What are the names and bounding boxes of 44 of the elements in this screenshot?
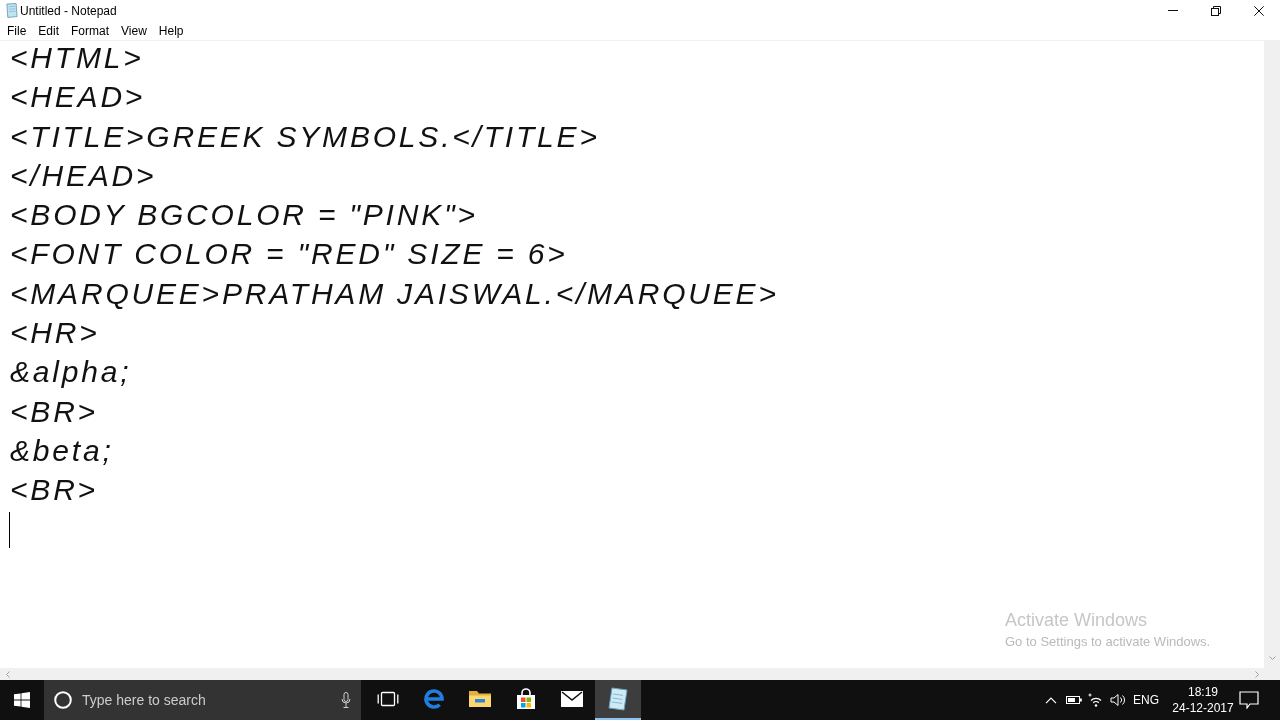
notepad-icon — [607, 687, 629, 711]
text-line: <FONT COLOR = "RED" SIZE = 6> — [10, 239, 568, 270]
taskbar-app-button[interactable] — [595, 680, 641, 720]
wifi-icon[interactable] — [1088, 693, 1104, 707]
microphone-icon[interactable] — [341, 692, 351, 708]
text-line: &beta; — [10, 435, 114, 466]
text-line: <HR> — [10, 318, 100, 349]
vertical-scrollbar[interactable] — [1264, 41, 1280, 668]
task-view-icon — [377, 691, 399, 707]
clock-button[interactable]: 18:19 24-12-2017 — [1169, 680, 1237, 720]
text-line: <MARQUEE>PRATHAM JAISWAL.</MARQUEE> — [10, 278, 779, 309]
notification-icon[interactable] — [1239, 691, 1259, 709]
menu-item[interactable]: File — [1, 22, 33, 39]
text-line: <HEAD> — [10, 82, 146, 113]
menu-item[interactable]: Help — [152, 22, 190, 39]
menu-item[interactable]: View — [115, 22, 153, 39]
browser-icon — [423, 688, 445, 710]
menu-item[interactable]: Format — [65, 22, 116, 39]
search-field[interactable]: Type here to search — [82, 692, 331, 708]
restore-icon — [1210, 5, 1221, 16]
notepad-icon — [5, 3, 18, 18]
ring-icon — [54, 691, 72, 709]
text-line: &alpha; — [10, 357, 132, 388]
activation-message: Go to Settings to activate Windows. — [1005, 634, 1211, 650]
text-line: <HTML> — [10, 43, 144, 73]
folder-icon — [468, 689, 492, 709]
close-icon — [1253, 5, 1264, 16]
envelope-icon — [561, 691, 583, 707]
text-line: <BR> — [10, 396, 98, 427]
speaker-icon[interactable] — [1110, 693, 1126, 707]
menu-item[interactable]: Edit — [32, 22, 66, 39]
text-line: <TITLE>GREEK SYMBOLS.</TITLE> — [10, 121, 600, 152]
text-line: <BODY BGCOLOR = "PINK"> — [10, 200, 478, 231]
activation-title: Activate Windows — [1005, 609, 1148, 631]
window-title: Untitled - Notepad — [20, 3, 117, 18]
text-line: <BR> — [10, 475, 98, 506]
windows-logo-icon — [14, 692, 30, 708]
search-bar[interactable]: Type here to search — [44, 680, 361, 720]
battery-icon[interactable] — [1066, 695, 1082, 705]
text-line: </HEAD> — [10, 160, 157, 191]
chevron-up-icon[interactable] — [1045, 696, 1057, 704]
language-indicator[interactable]: ENG — [1133, 693, 1159, 707]
shopping-bag-icon — [515, 688, 537, 710]
minimize-icon — [1167, 10, 1178, 11]
